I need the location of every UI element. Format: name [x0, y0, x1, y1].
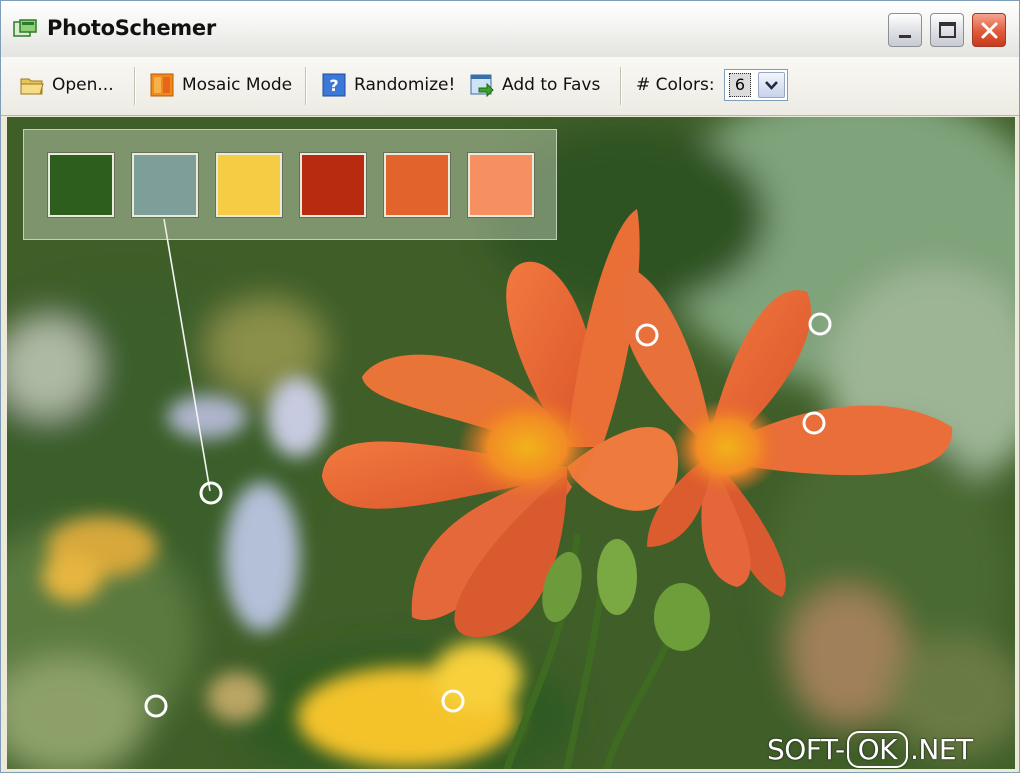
palette-swatch[interactable]: [299, 152, 367, 218]
svg-text:?: ?: [329, 76, 338, 95]
palette-swatch[interactable]: [47, 152, 115, 218]
folder-icon: [20, 78, 44, 95]
colors-count-value: 6: [729, 73, 751, 97]
app-window-icon: [13, 19, 37, 39]
chevron-down-icon: [765, 81, 778, 90]
palette-swatch[interactable]: [215, 152, 283, 218]
add-to-favs-label: Add to Favs: [502, 75, 601, 95]
mosaic-icon: [150, 73, 174, 97]
mosaic-label: Mosaic Mode: [182, 75, 293, 95]
maximize-icon: [939, 22, 956, 38]
randomize-label: Randomize!: [354, 75, 456, 95]
question-icon: ?: [322, 73, 346, 97]
maximize-button[interactable]: [930, 13, 964, 47]
mosaic-mode-button[interactable]: Mosaic Mode: [149, 67, 292, 103]
colors-count-select[interactable]: 6: [724, 69, 788, 101]
open-button[interactable]: Open...: [19, 67, 114, 103]
colors-label: # Colors:: [636, 75, 715, 95]
colors-count-label: # Colors:: [636, 67, 715, 103]
open-label: Open...: [52, 75, 114, 95]
add-to-favs-button[interactable]: Add to Favs: [469, 67, 600, 103]
photo-canvas[interactable]: [7, 117, 1015, 769]
watermark-right: .NET: [909, 732, 973, 766]
window-title: PhotoSchemer: [47, 16, 216, 40]
title-bar[interactable]: PhotoSchemer: [1, 1, 1019, 57]
watermark-middle: OK: [846, 730, 908, 768]
color-palette-panel: [23, 129, 557, 240]
palette-swatch[interactable]: [131, 152, 199, 218]
toolbar: Open... Mosaic Mode ? Randomize! Add to …: [1, 57, 1019, 116]
randomize-button[interactable]: ? Randomize!: [321, 67, 455, 103]
toolbar-separator: [305, 67, 307, 105]
minimize-icon: [899, 35, 911, 38]
add-to-favorites-icon: [470, 74, 494, 98]
palette-swatch[interactable]: [383, 152, 451, 218]
watermark-left: SOFT-: [767, 732, 845, 766]
close-button[interactable]: [972, 13, 1006, 47]
photoschemer-window: PhotoSchemer Open... Mosaic Mode ? Rando…: [0, 0, 1020, 773]
close-icon: [981, 22, 998, 39]
watermark: SOFT- OK .NET: [767, 729, 973, 769]
minimize-button[interactable]: [888, 13, 922, 47]
toolbar-separator: [134, 67, 136, 105]
toolbar-separator: [620, 67, 622, 105]
palette-swatch[interactable]: [467, 152, 535, 218]
colors-dropdown-button[interactable]: [758, 72, 785, 98]
